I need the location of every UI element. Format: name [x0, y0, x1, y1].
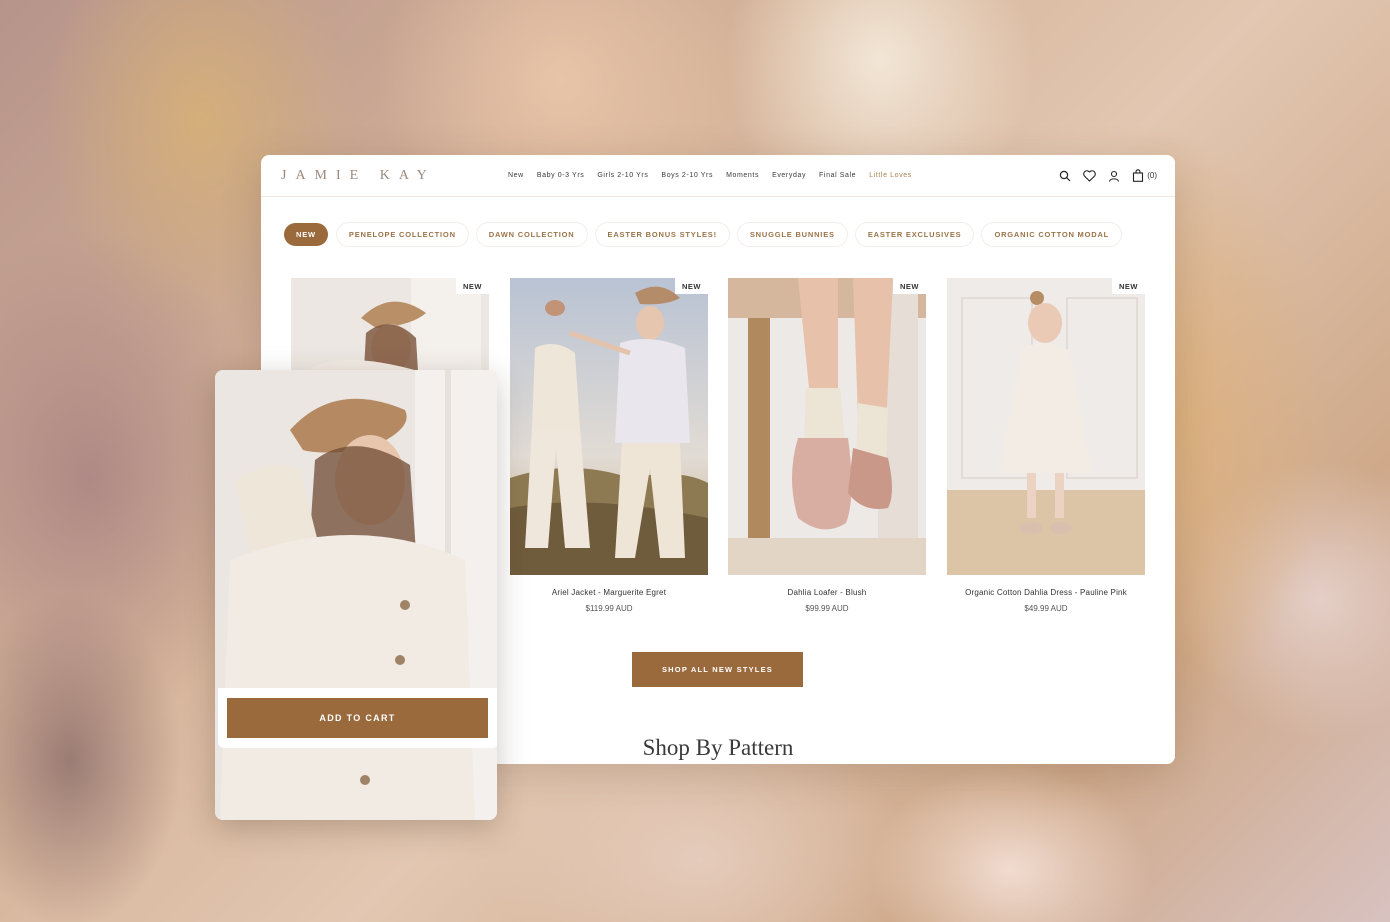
filter-organic-cotton[interactable]: ORGANIC COTTON MODAL: [982, 223, 1122, 246]
product-price: $49.99 AUD: [1024, 604, 1068, 613]
new-badge: NEW: [456, 278, 489, 294]
filter-easter-bonus[interactable]: EASTER BONUS STYLES!: [595, 223, 729, 246]
nav-final-sale[interactable]: Final Sale: [819, 172, 856, 179]
filter-snuggle-bunnies[interactable]: SNUGGLE BUNNIES: [737, 223, 847, 246]
filter-dawn[interactable]: DAWN COLLECTION: [476, 223, 587, 246]
quick-add-card: ADD TO CART: [215, 370, 497, 820]
filter-easter-exclusives[interactable]: EASTER EXCLUSIVES: [855, 223, 974, 246]
quick-add-image: [215, 370, 497, 820]
brand-logo[interactable]: JAMIE KAY: [281, 168, 481, 184]
product-name[interactable]: Dahlia Loafer - Blush: [728, 588, 926, 597]
product-name[interactable]: Organic Cotton Dahlia Dress - Pauline Pi…: [947, 588, 1145, 597]
add-to-cart-button[interactable]: ADD TO CART: [227, 698, 488, 738]
product-card[interactable]: NEW Organic Cotton Dahlia Dress - Paulin…: [947, 278, 1145, 613]
shop-all-new-styles-button[interactable]: SHOP ALL NEW STYLES: [632, 652, 803, 687]
header-tools: (0): [1059, 169, 1157, 182]
new-badge: NEW: [1112, 278, 1145, 294]
product-card[interactable]: NEW Dahlia Loafer - Blush $99.99 AUD: [728, 278, 926, 613]
nav-little-loves[interactable]: Little Loves: [869, 172, 912, 179]
product-price: $99.99 AUD: [805, 604, 849, 613]
nav-everyday[interactable]: Everyday: [772, 172, 806, 179]
site-header: JAMIE KAY New Baby 0-3 Yrs Girls 2-10 Yr…: [261, 155, 1175, 197]
cart-count: (0): [1147, 171, 1157, 180]
nav-baby[interactable]: Baby 0-3 Yrs: [537, 172, 585, 179]
nav-girls[interactable]: Girls 2-10 Yrs: [597, 172, 648, 179]
nav-boys[interactable]: Boys 2-10 Yrs: [661, 172, 713, 179]
nav-moments[interactable]: Moments: [726, 172, 759, 179]
product-image[interactable]: NEW: [510, 278, 708, 575]
product-price: $119.99 AUD: [585, 604, 633, 613]
nav-new[interactable]: New: [508, 172, 524, 179]
cart-button[interactable]: (0): [1132, 169, 1157, 182]
product-image[interactable]: NEW: [728, 278, 926, 575]
user-icon[interactable]: [1108, 170, 1120, 182]
new-badge: NEW: [893, 278, 926, 294]
product-card[interactable]: NEW Ariel Jacket - Marguerite Egret $119…: [510, 278, 708, 613]
collection-filters: NEW PENELOPE COLLECTION DAWN COLLECTION …: [284, 223, 1122, 246]
product-name[interactable]: Ariel Jacket - Marguerite Egret: [510, 588, 708, 597]
cut-off-heading: [261, 192, 1175, 201]
main-nav: New Baby 0-3 Yrs Girls 2-10 Yrs Boys 2-1…: [508, 172, 912, 179]
search-icon[interactable]: [1059, 170, 1071, 182]
new-badge: NEW: [675, 278, 708, 294]
bag-icon: [1133, 169, 1144, 182]
product-image[interactable]: NEW: [947, 278, 1145, 575]
filter-new[interactable]: NEW: [284, 223, 328, 246]
heart-icon[interactable]: [1083, 169, 1096, 182]
filter-penelope[interactable]: PENELOPE COLLECTION: [336, 223, 468, 246]
